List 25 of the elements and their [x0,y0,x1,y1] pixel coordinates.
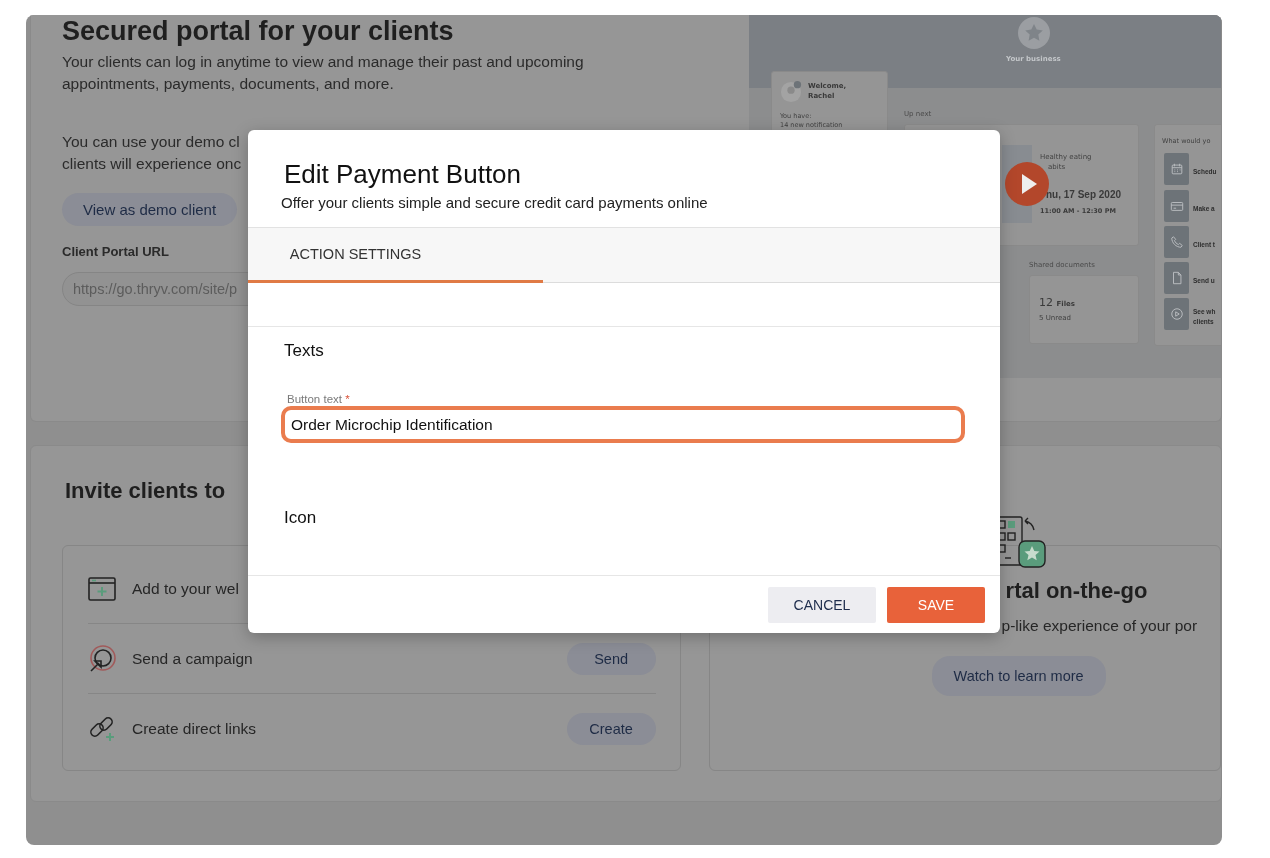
cancel-button[interactable]: CANCEL [768,586,876,623]
section-heading: rtal on-the-go [1005,578,1148,604]
dialog-title: Edit Payment Button [284,158,523,190]
watch-video-button[interactable]: Watch to learn more [931,656,1106,696]
demo-client-button[interactable]: View as demo client [62,193,238,226]
description-text: clients will experience onc [62,154,242,174]
section-heading: Secured portal for your clients [62,15,454,47]
save-button[interactable]: SAVE [887,586,985,623]
description-text: p-like experience of your por [1001,617,1198,635]
description-text: Your clients can log in anytime to view and manage their past and upcoming appointments, payments, documents, and more. [62,52,585,94]
event-date: nu, 17 Sep 2020 [1046,189,1122,200]
field-label: Button text * [287,393,350,405]
option-label: Add to your wel [132,579,240,598]
option-button[interactable]: Create [566,712,656,745]
dialog-subtitle: Offer your clients simple and secure credit card payments online [281,194,709,211]
option-label: Create direct links [132,719,258,738]
section-heading: Icon [284,508,317,528]
option-button[interactable]: Send [566,642,656,675]
section-heading: Invite clients to [65,477,227,505]
field-label: Client Portal URL [62,244,169,259]
button-text-field[interactable]: Order Microchip Identification [281,406,965,443]
option-label: Send a campaign [132,649,254,668]
settings-tab[interactable]: ACTION SETTINGS [248,228,543,283]
description-text: You can use your demo cl [62,132,241,152]
section-heading: Texts [284,341,324,361]
